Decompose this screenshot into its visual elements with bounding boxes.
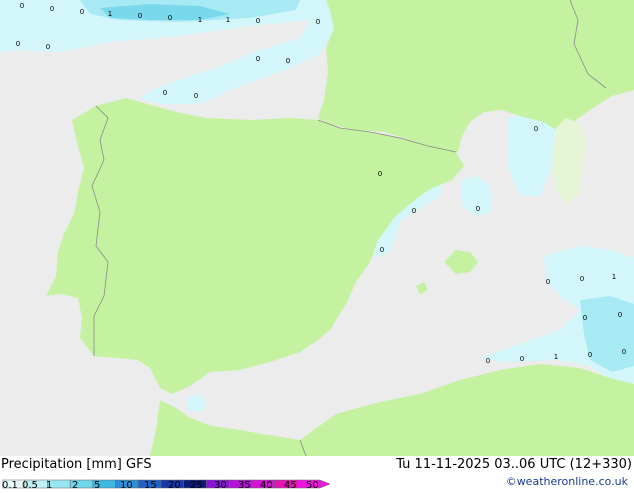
point-value-label: 0 xyxy=(546,278,550,286)
legend-tick-label: 50 xyxy=(306,480,319,491)
legend-tick-label: 0.5 xyxy=(22,480,38,491)
point-value-label: 1 xyxy=(226,16,230,24)
point-value-label: 0 xyxy=(168,14,172,22)
point-value-label: 0 xyxy=(20,2,24,10)
point-value-label: 0 xyxy=(50,5,54,13)
legend-tick-label: 1 xyxy=(46,480,53,491)
point-value-label: 0 xyxy=(520,355,524,363)
point-value-label: 0 xyxy=(316,18,320,26)
point-value-label: 0 xyxy=(80,8,84,16)
legend-tick-label: 5 xyxy=(94,480,101,491)
legend-tick-label: 2 xyxy=(72,480,79,491)
point-value-label: 1 xyxy=(198,16,202,24)
point-value-label: 0 xyxy=(256,55,260,63)
legend-tick-label: 10 xyxy=(120,480,133,491)
point-value-label: 0 xyxy=(412,207,416,215)
legend-tick-label: 15 xyxy=(144,480,157,491)
point-value-label: 0 xyxy=(163,89,167,97)
map-canvas: 0 0 0 1 0 0 1 1 0 0 0 0 0 0 0 0 0 0 0 0 0 0 0 1 0 0 0 0 1 0 0 xyxy=(0,0,634,456)
point-value-label: 0 xyxy=(476,205,480,213)
point-value-label: 0 xyxy=(46,43,50,51)
credit-link[interactable]: ©weatheronline.co.uk xyxy=(506,475,628,488)
legend-tick-label: 45 xyxy=(284,480,297,491)
point-value-label: 0 xyxy=(580,275,584,283)
legend-tick-label: 35 xyxy=(238,480,251,491)
precipitation-map: 0 0 0 1 0 0 1 1 0 0 0 0 0 0 0 0 0 0 0 0 0 0 0 1 0 0 0 0 1 0 0 xyxy=(0,0,634,456)
legend-tick-label: 30 xyxy=(214,480,227,491)
point-value-label: 0 xyxy=(194,92,198,100)
point-value-label: 0 xyxy=(622,348,626,356)
point-value-label: 0 xyxy=(138,12,142,20)
point-value-label: 0 xyxy=(256,17,260,25)
point-value-label: 1 xyxy=(554,353,558,361)
legend-tick-label: 40 xyxy=(260,480,273,491)
point-value-label: 0 xyxy=(380,246,384,254)
point-value-label: 0 xyxy=(286,57,290,65)
legend-tick-label: 25 xyxy=(190,480,203,491)
valid-time: Tu 11-11-2025 03..06 UTC (12+330) xyxy=(396,457,632,472)
point-value-label: 0 xyxy=(618,311,622,319)
legend-tick-label: 0.1 xyxy=(2,480,18,491)
point-value-label: 1 xyxy=(108,10,112,18)
point-value-label: 0 xyxy=(378,170,382,178)
point-value-label: 0 xyxy=(534,125,538,133)
map-title: Precipitation [mm] GFS xyxy=(1,457,152,472)
point-value-label: 0 xyxy=(16,40,20,48)
legend-tick-label: 20 xyxy=(168,480,181,491)
footer: Precipitation [mm] GFS Tu 11-11-2025 03.… xyxy=(0,456,634,491)
point-value-label: 0 xyxy=(583,314,587,322)
point-value-label: 0 xyxy=(588,351,592,359)
point-value-label: 0 xyxy=(486,357,490,365)
legend-arrow xyxy=(319,479,331,489)
point-value-label: 1 xyxy=(612,273,616,281)
